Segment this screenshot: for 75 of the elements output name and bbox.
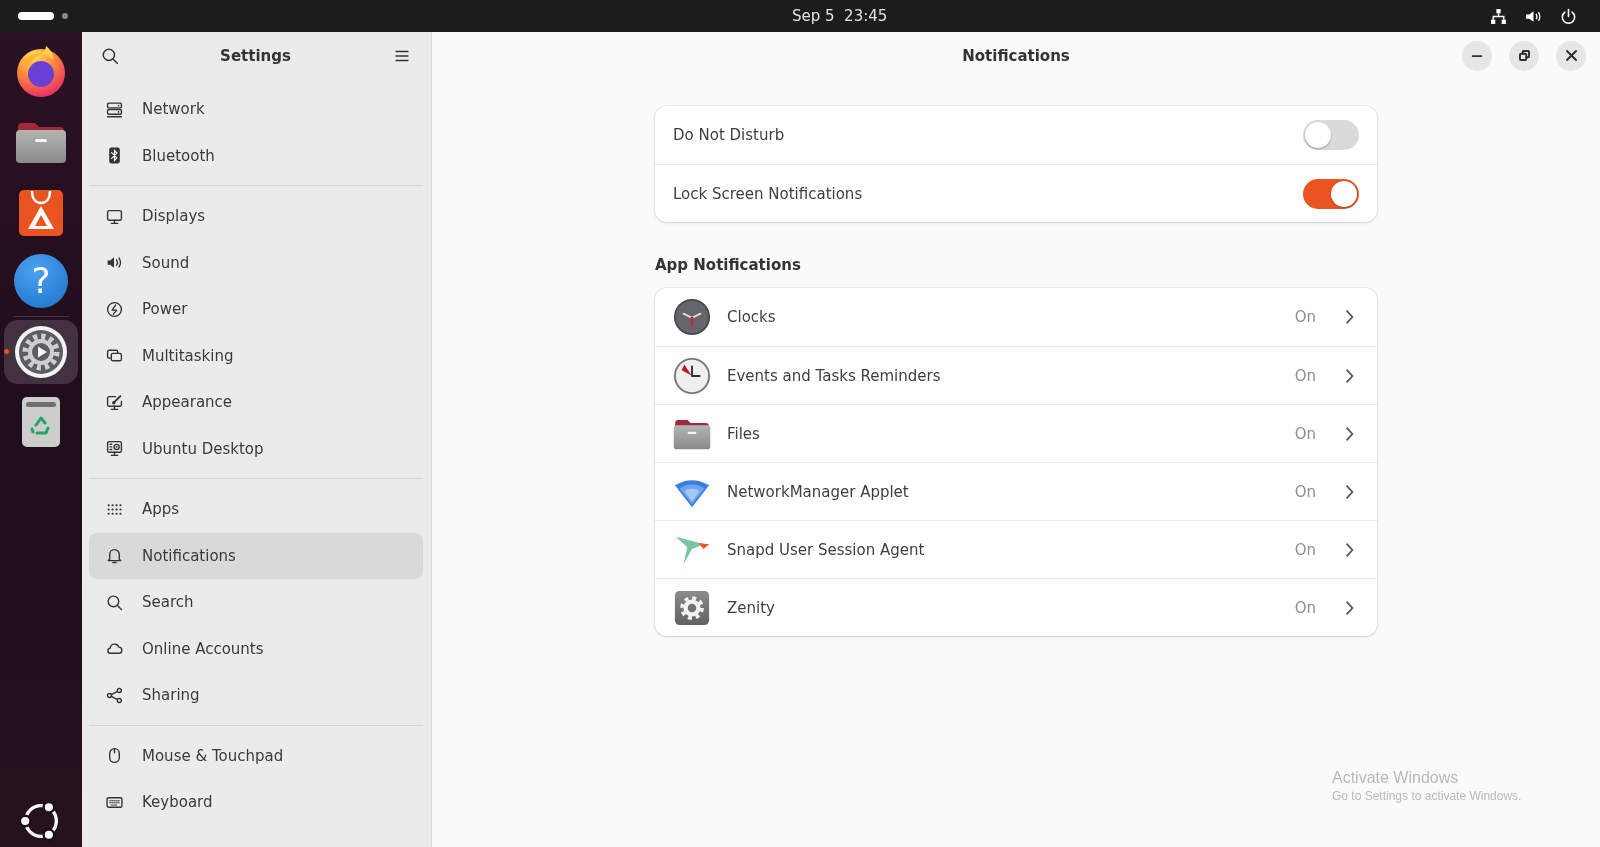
sidebar-item[interactable]: Bluetooth [89,132,423,179]
sidebar-item[interactable]: Sound [89,239,423,286]
mouse-icon [106,747,123,765]
sidebar-item[interactable]: Power [89,286,423,333]
gear-icon [673,588,711,627]
chevron-right-icon [1346,310,1353,324]
power-icon [106,300,123,318]
monitor-brush-icon [106,393,123,411]
setting-label: Do Not Disturb [673,126,785,144]
dock-button[interactable] [4,320,78,384]
activation-message: Go to Settings to activate Windows. [1332,789,1522,804]
status-label: On [1294,366,1316,385]
status-label: On [1294,540,1316,559]
toggle-switch[interactable] [1303,178,1359,209]
network-icon[interactable] [1490,7,1507,25]
sidebar-item[interactable]: Notifications [89,532,423,579]
app-row[interactable]: Clocks On [655,288,1377,346]
status-label: On [1294,308,1316,326]
chevron-right-icon [1346,542,1353,557]
close-icon [1565,50,1577,61]
chevron-right-icon [1346,600,1353,615]
restore-button[interactable] [1509,40,1539,71]
page-title: Notifications [962,46,1070,65]
sidebar-item[interactable]: Online Accounts [89,625,423,672]
minimize-icon [1472,54,1482,57]
sidebar-item[interactable]: Sharing [89,672,423,719]
gear-icon [13,324,69,380]
status-label: On [1294,424,1316,443]
share-icon [106,686,123,704]
app-name: Clocks [727,308,776,326]
app-name: Snapd User Session Agent [727,540,925,559]
sidebar-item[interactable]: Network [89,86,423,133]
setting-label: Lock Screen Notifications [673,184,863,203]
sidebar-item[interactable]: Displays [89,193,423,240]
sidebar-item[interactable]: Appearance [89,379,423,426]
sidebar-title: Settings [220,46,291,65]
status-label: On [1294,482,1316,501]
sidebar-item[interactable]: Mouse & Touchpad [89,732,423,779]
app-name: NetworkManager Applet [727,482,909,501]
status-label: On [1294,598,1316,617]
chevron-right-icon [1346,426,1353,441]
sidebar-item[interactable]: Keyboard [89,779,423,826]
sidebar-item[interactable]: Multitasking [89,332,423,379]
power-icon[interactable] [1560,7,1577,25]
network-icon [106,100,123,118]
activation-title: Activate Windows [1332,768,1459,787]
search-icon [106,593,123,611]
minimize-button[interactable] [1462,40,1492,71]
search-icon[interactable] [101,46,119,65]
app-row[interactable]: NetworkManager Applet On [655,462,1377,520]
close-button[interactable] [1556,40,1586,71]
chevron-right-icon [1346,484,1353,499]
app-row[interactable]: Events and Tasks Reminders On [655,346,1377,404]
chevron-right-icon [1346,368,1353,383]
app-name: Zenity [727,598,775,617]
app-row[interactable]: Zenity On [655,578,1377,636]
clock[interactable]: Sep 5 23:45 [792,6,888,26]
clock-icon [673,298,711,336]
toggle-switch[interactable] [1303,120,1359,150]
restore-icon [1518,50,1530,61]
app-row[interactable]: Snapd User Session Agent On [655,520,1377,578]
bell-icon [106,547,123,565]
overlapping-windows-icon [106,347,123,365]
alarm-clock-icon [673,356,711,395]
section-heading: App Notifications [655,256,801,274]
workspaces-icon[interactable] [18,11,68,21]
app-row[interactable]: Files On [655,404,1377,462]
sidebar-item[interactable]: Apps [89,486,423,533]
monitor-icon [106,207,123,225]
sidebar-item[interactable]: Search [89,579,423,626]
app-name: Files [727,424,760,443]
app-name: Events and Tasks Reminders [727,366,941,385]
sidebar-item[interactable]: Ubuntu Desktop [89,425,423,472]
desktop-icon [106,440,123,458]
bluetooth-icon [106,147,123,165]
